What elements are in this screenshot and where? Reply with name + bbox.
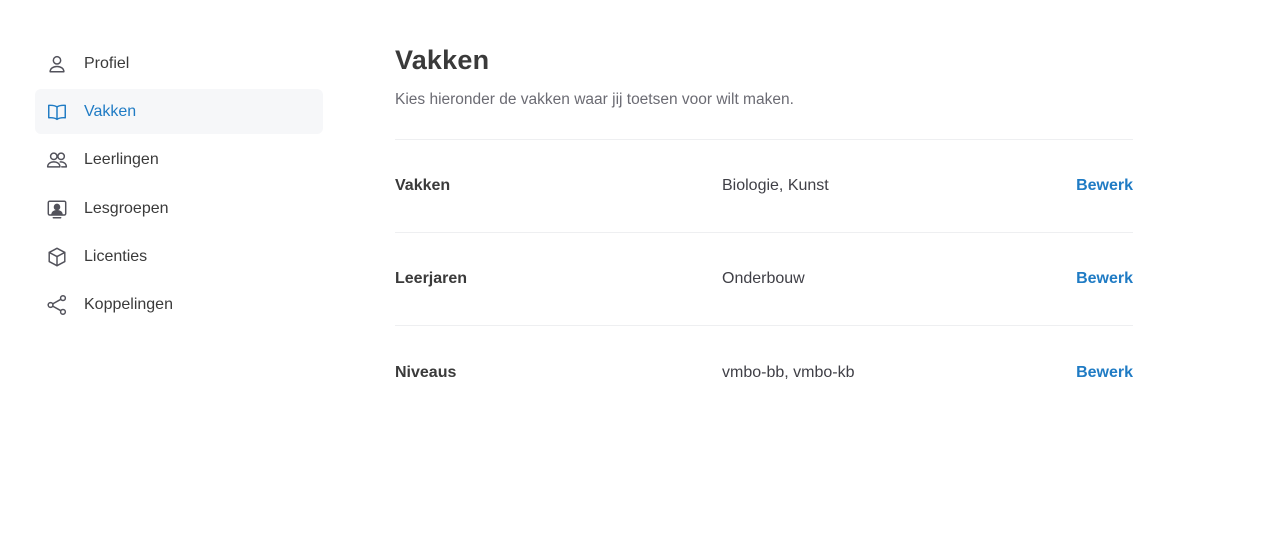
sidebar-item-vakken[interactable]: Vakken [35, 89, 323, 135]
edit-vakken-link[interactable]: Bewerk [1076, 177, 1133, 195]
row-label: Leerjaren [395, 270, 468, 287]
presentation-icon [46, 198, 68, 220]
row-value: vmbo-bb, vmbo-kb [722, 363, 855, 381]
sidebar-item-koppelingen[interactable]: Koppelingen [35, 283, 323, 328]
sidebar-item-label: Leerlingen [84, 151, 159, 169]
sidebar-item-label: Vakken [84, 102, 137, 120]
settings-row-niveaus: Niveaus vmbo-bb, vmbo-kb Bewerk [395, 326, 1133, 419]
settings-row-leerjaren: Leerjaren Onderbouw Bewerk [395, 233, 1133, 326]
page-subtitle: Kies hieronder de vakken waar jij toetse… [395, 91, 794, 108]
settings-list: Vakken Biologie, Kunst Bewerk Leerjaren … [395, 140, 1133, 419]
book-open-icon [46, 101, 68, 123]
sidebar-item-label: Koppelingen [84, 296, 173, 314]
sidebar-item-licenties[interactable]: Licenties [35, 235, 323, 280]
cube-icon [46, 246, 68, 268]
user-icon [46, 53, 68, 75]
row-value: Onderbouw [722, 270, 805, 287]
sidebar-nav: Profiel Vakken Leerlingen Lesgroepen Lic… [35, 41, 323, 331]
sidebar-item-label: Licenties [84, 248, 148, 266]
sidebar-item-label: Lesgroepen [84, 199, 169, 217]
sidebar-item-label: Profiel [84, 54, 130, 72]
sidebar-item-lesgroepen[interactable]: Lesgroepen [35, 186, 323, 231]
users-icon [46, 149, 68, 171]
sidebar-item-profiel[interactable]: Profiel [35, 41, 323, 86]
page-title: Vakken [395, 45, 490, 75]
sidebar-item-leerlingen[interactable]: Leerlingen [35, 138, 323, 183]
edit-niveaus-link[interactable]: Bewerk [1076, 364, 1133, 382]
row-value: Biologie, Kunst [722, 177, 829, 194]
row-label: Niveaus [395, 363, 457, 381]
settings-row-vakken: Vakken Biologie, Kunst Bewerk [395, 140, 1133, 233]
row-label: Vakken [395, 177, 451, 194]
main-content: Vakken Kies hieronder de vakken waar jij… [395, 40, 1133, 419]
share-icon [46, 294, 68, 316]
edit-leerjaren-link[interactable]: Bewerk [1076, 270, 1133, 288]
